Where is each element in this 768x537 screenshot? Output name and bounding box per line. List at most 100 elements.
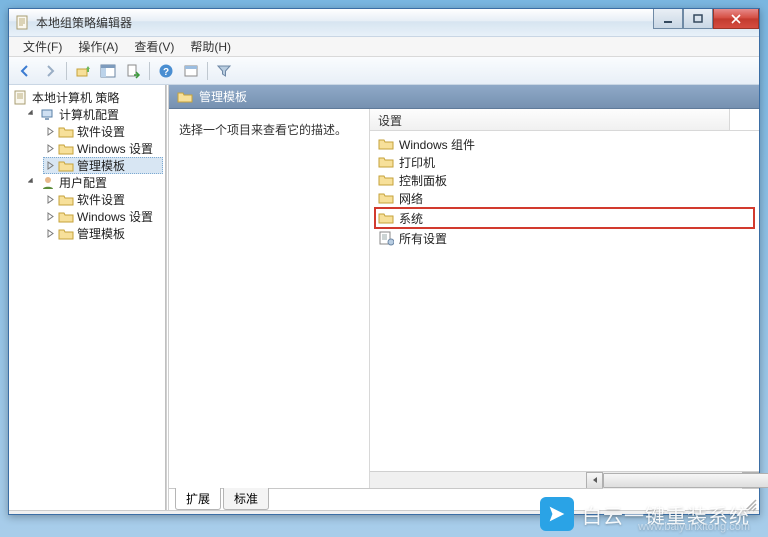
list-pane: 设置 Windows 组件打印机控制面板网络系统所有设置	[369, 109, 759, 488]
folder-icon	[58, 141, 74, 157]
list-item[interactable]: 打印机	[374, 153, 755, 171]
tree-label: 软件设置	[77, 191, 125, 208]
expand-icon[interactable]	[45, 126, 56, 137]
maximize-button[interactable]	[683, 9, 713, 29]
tree-admin-templates[interactable]: 管理模板	[43, 157, 163, 174]
expand-icon[interactable]	[45, 143, 56, 154]
filter-button[interactable]	[212, 60, 236, 82]
menu-action[interactable]: 操作(A)	[70, 36, 126, 57]
tree-pane[interactable]: 本地计算机 策略 计算机配置	[9, 85, 166, 510]
tab-standard[interactable]: 标准	[223, 488, 269, 510]
folder-icon	[378, 136, 394, 152]
up-button[interactable]	[71, 60, 95, 82]
tree-admin-templates[interactable]: 管理模板	[43, 225, 163, 242]
list-item[interactable]: 所有设置	[374, 229, 755, 247]
menubar: 文件(F) 操作(A) 查看(V) 帮助(H)	[9, 37, 759, 57]
expand-icon[interactable]	[45, 160, 56, 171]
folder-icon	[58, 226, 74, 242]
minimize-button[interactable]	[653, 9, 683, 29]
tree-windows-settings[interactable]: Windows 设置	[43, 140, 163, 157]
settings-list-icon	[378, 230, 394, 246]
tree-windows-settings[interactable]: Windows 设置	[43, 208, 163, 225]
forward-button[interactable]	[38, 60, 62, 82]
folder-icon	[378, 190, 394, 206]
list-item[interactable]: Windows 组件	[374, 135, 755, 153]
toolbar: ?	[9, 57, 759, 85]
close-button[interactable]	[713, 9, 759, 29]
app-icon	[15, 15, 31, 31]
policy-tree: 本地计算机 策略 计算机配置	[11, 89, 163, 242]
tree-label: 管理模板	[77, 157, 125, 174]
computer-icon	[40, 107, 56, 123]
description-pane: 选择一个项目来查看它的描述。	[169, 109, 369, 488]
content-pane: 管理模板 选择一个项目来查看它的描述。 设置 Windows 组件打印机控制面板…	[166, 85, 759, 510]
window-title: 本地组策略编辑器	[36, 14, 132, 31]
list-body[interactable]: Windows 组件打印机控制面板网络系统所有设置	[370, 131, 759, 471]
scroll-left-button[interactable]	[586, 472, 603, 489]
tree-root[interactable]: 本地计算机 策略	[11, 89, 163, 106]
column-header-setting[interactable]: 设置	[370, 109, 730, 130]
horizontal-scrollbar[interactable]	[370, 471, 759, 488]
expand-icon[interactable]	[45, 211, 56, 222]
expand-icon[interactable]	[45, 228, 56, 239]
list-item-label: 系统	[399, 210, 423, 227]
folder-icon	[177, 89, 193, 105]
tree-label: 用户配置	[59, 174, 107, 191]
scroll-thumb[interactable]	[603, 473, 768, 488]
folder-icon	[378, 172, 394, 188]
list-item-label: 控制面板	[399, 172, 447, 189]
help-button[interactable]: ?	[154, 60, 178, 82]
scroll-track[interactable]	[603, 472, 742, 489]
tree-software-settings[interactable]: 软件设置	[43, 123, 163, 140]
list-item[interactable]: 网络	[374, 189, 755, 207]
window-controls	[653, 9, 759, 29]
toolbar-separator	[149, 62, 150, 80]
watermark: 白云一键重装系统 www.baiyunxitong.com	[540, 497, 750, 531]
user-icon	[40, 175, 56, 191]
tab-extended[interactable]: 扩展	[175, 488, 221, 510]
expand-icon[interactable]	[45, 194, 56, 205]
menu-file[interactable]: 文件(F)	[15, 36, 70, 57]
menu-view[interactable]: 查看(V)	[126, 36, 182, 57]
tree-label: 软件设置	[77, 123, 125, 140]
folder-icon	[378, 154, 394, 170]
folder-icon	[58, 124, 74, 140]
folder-icon	[58, 209, 74, 225]
list-item-label: Windows 组件	[399, 136, 475, 153]
back-button[interactable]	[13, 60, 37, 82]
body: 本地计算机 策略 计算机配置	[9, 85, 759, 510]
content-header-title: 管理模板	[199, 88, 247, 105]
folder-icon	[378, 210, 394, 226]
collapse-icon[interactable]	[27, 109, 38, 120]
folder-icon	[58, 158, 74, 174]
svg-text:?: ?	[163, 67, 169, 78]
description-hint: 选择一个项目来查看它的描述。	[179, 123, 347, 137]
list-item[interactable]: 控制面板	[374, 171, 755, 189]
list-item-label: 所有设置	[399, 230, 447, 247]
show-hide-tree-button[interactable]	[96, 60, 120, 82]
watermark-url: www.baiyunxitong.com	[638, 521, 750, 533]
properties-button[interactable]	[179, 60, 203, 82]
content-split: 选择一个项目来查看它的描述。 设置 Windows 组件打印机控制面板网络系统所…	[169, 109, 759, 488]
gpedit-window: 本地组策略编辑器 文件(F) 操作(A) 查看(V) 帮助(H) ?	[8, 8, 760, 515]
tree-label: 计算机配置	[59, 106, 119, 123]
tree-label: Windows 设置	[77, 140, 153, 157]
titlebar[interactable]: 本地组策略编辑器	[9, 9, 759, 37]
tree-label: 管理模板	[77, 225, 125, 242]
tree-user-config[interactable]: 用户配置	[25, 174, 163, 191]
content-header: 管理模板	[169, 85, 759, 109]
watermark-logo-icon	[540, 497, 574, 531]
toolbar-separator	[207, 62, 208, 80]
export-button[interactable]	[121, 60, 145, 82]
collapse-icon[interactable]	[27, 177, 38, 188]
list-item-label: 打印机	[399, 154, 435, 171]
tree-computer-config[interactable]: 计算机配置	[25, 106, 163, 123]
tree-software-settings[interactable]: 软件设置	[43, 191, 163, 208]
tree-label: Windows 设置	[77, 208, 153, 225]
menu-help[interactable]: 帮助(H)	[182, 36, 239, 57]
list-item[interactable]: 系统	[374, 207, 755, 229]
list-header: 设置	[370, 109, 759, 131]
content-main: 选择一个项目来查看它的描述。 设置 Windows 组件打印机控制面板网络系统所…	[169, 109, 759, 510]
toolbar-separator	[66, 62, 67, 80]
tree-label: 本地计算机 策略	[32, 89, 119, 106]
